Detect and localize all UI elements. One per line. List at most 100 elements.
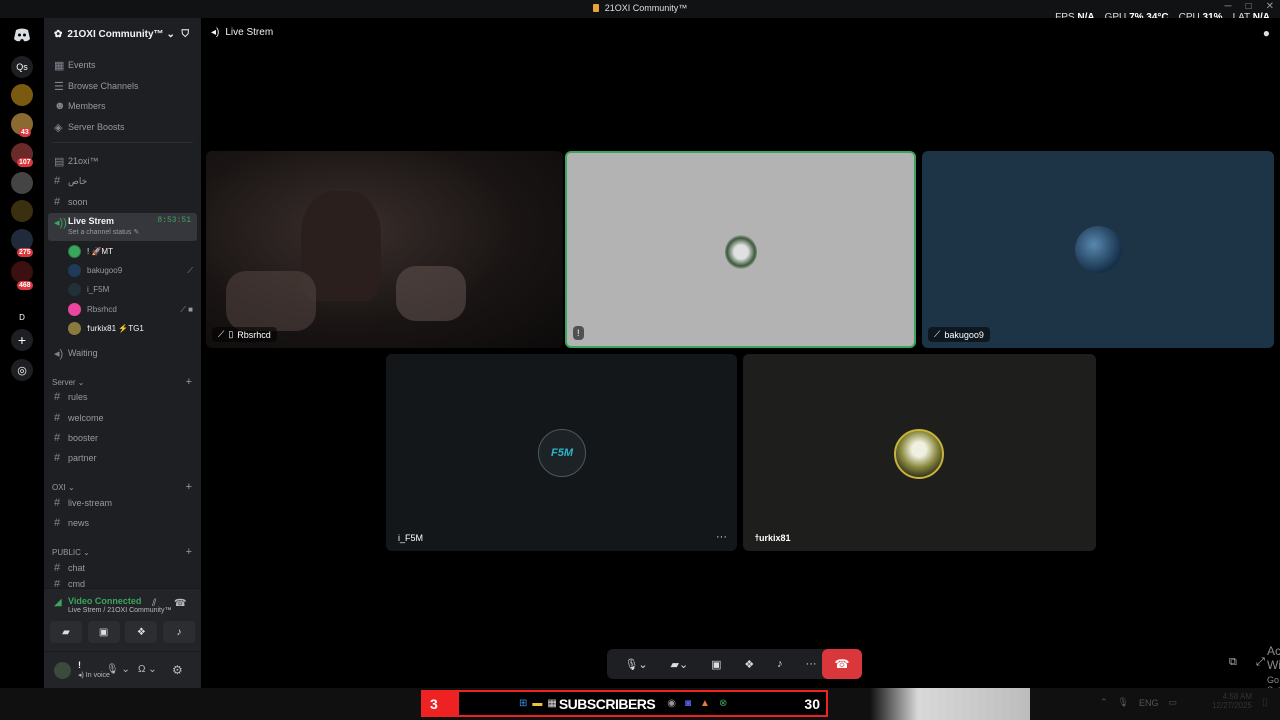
divider: [52, 142, 193, 143]
subscriber-left-count: 3: [423, 692, 459, 715]
voice-user[interactable]: ϯurkix81 ⚡TG1: [68, 320, 193, 337]
notification-icon[interactable]: ▯: [1262, 697, 1268, 708]
hash-icon: #: [54, 196, 61, 208]
channel-news[interactable]: # news: [48, 514, 197, 532]
settings-gear-icon[interactable]: ⚙: [172, 663, 183, 677]
video-tile-i-f5m[interactable]: F5M i_F5M ···: [386, 354, 737, 551]
disconnect-icon[interactable]: ☎: [174, 598, 186, 609]
category-server[interactable]: Server ⌄ +: [52, 376, 192, 388]
camera-icon: ⟋ ■: [180, 304, 193, 314]
fullscreen-icon[interactable]: ⤢: [1256, 656, 1265, 669]
mic-button[interactable]: 🎙 ⌄: [106, 664, 130, 675]
category-oxi[interactable]: OXI ⌄ +: [52, 481, 192, 493]
voice-user[interactable]: ! 🚀MT: [68, 243, 193, 260]
discover-icon[interactable]: ◎: [11, 359, 33, 381]
members-item[interactable]: ☻ Members: [48, 97, 197, 115]
add-server-icon[interactable]: +: [11, 329, 33, 351]
voice-user[interactable]: bakugoo9 ⟋: [68, 262, 193, 279]
soundboard-button[interactable]: ♪: [162, 621, 195, 643]
discord-taskbar-icon[interactable]: ◙: [685, 698, 691, 709]
add-channel-icon[interactable]: +: [186, 481, 192, 493]
add-channel-icon[interactable]: +: [186, 546, 192, 558]
tile-name-label: ⟋ ▯ Rbsrhcd: [212, 327, 277, 342]
obs-icon[interactable]: ◉: [667, 698, 676, 709]
channel-private[interactable]: # خاص: [48, 172, 197, 190]
channel-21oxi[interactable]: ▤ 21oxi™: [48, 152, 197, 170]
boost-icon: ◈: [54, 121, 63, 134]
minimize-button[interactable]: ─: [1224, 1, 1231, 12]
browse-channels-item[interactable]: ☰ Browse Channels: [48, 77, 197, 95]
noise-suppression-icon[interactable]: ⫽: [152, 598, 156, 609]
channel-status-button[interactable]: Set a channel status ✎: [68, 228, 139, 236]
discord-home-icon[interactable]: [11, 24, 33, 46]
add-channel-icon[interactable]: +: [186, 376, 192, 388]
server-boosts-item[interactable]: ◈ Server Boosts: [48, 118, 197, 136]
activities-button[interactable]: ❖: [125, 621, 158, 643]
voice-status-text: Video Connected: [68, 596, 142, 606]
camera-off-button[interactable]: ▰: [50, 621, 82, 643]
soundboard-button[interactable]: ♪: [777, 658, 783, 670]
video-tile-speaking[interactable]: !: [565, 151, 916, 348]
invite-icon[interactable]: ⛉: [182, 29, 190, 40]
language-indicator[interactable]: ENG: [1139, 698, 1159, 708]
server-icon-8[interactable]: [11, 261, 33, 283]
calculator-icon[interactable]: ▦: [547, 698, 556, 709]
server-header[interactable]: ✿ 21OXI Community™ ⌄ ⛉: [44, 18, 201, 50]
category-public[interactable]: PUBLIC ⌄ +: [52, 546, 192, 558]
leave-call-button[interactable]: ☎: [822, 649, 862, 679]
list-icon: ☰: [54, 80, 64, 93]
mic-tray-icon[interactable]: 🎙: [1118, 697, 1129, 708]
unread-badge: 107: [17, 158, 33, 167]
screen-share-icon: ▣: [98, 626, 109, 638]
channel-welcome[interactable]: # welcome: [48, 409, 197, 427]
channel-chat[interactable]: # chat: [48, 559, 197, 577]
server-icon-5[interactable]: [11, 172, 33, 194]
avatar: [894, 429, 944, 479]
voice-user[interactable]: i_F5M: [68, 281, 193, 298]
server-icon-2[interactable]: [11, 84, 33, 106]
voice-channel-waiting[interactable]: ◂) Waiting: [48, 344, 197, 362]
camera-toggle-button[interactable]: ▰⌄: [671, 658, 689, 671]
network-icon[interactable]: ▭: [1169, 697, 1178, 708]
server-d[interactable]: D: [11, 306, 33, 328]
channel-header: ◂) Live Strem: [211, 27, 273, 38]
mic-toggle-button[interactable]: 🎙⌄: [624, 658, 647, 671]
xbox-icon[interactable]: ⊗: [719, 698, 727, 709]
channel-cmd[interactable]: # cmd: [48, 580, 197, 588]
close-button[interactable]: ✕: [1266, 1, 1274, 12]
voice-channel-live-strem[interactable]: ◂)) Live Strem Set a channel status ✎ 8:…: [48, 213, 197, 241]
hash-icon: #: [54, 412, 61, 424]
channel-live-stream[interactable]: # live-stream: [48, 494, 197, 512]
voice-user[interactable]: Rbsrhcd ⟋ ■: [68, 301, 193, 318]
more-options-icon[interactable]: ···: [716, 531, 727, 543]
windows-start-icon[interactable]: ⊞: [519, 698, 527, 709]
hash-icon: #: [54, 432, 61, 444]
chevron-up-icon[interactable]: ⌃: [1100, 697, 1108, 708]
video-tile-turkix81[interactable]: ϯurkix81: [743, 354, 1096, 551]
headphones-button[interactable]: Ω ⌄: [138, 664, 157, 675]
screen-share-button[interactable]: ▣: [711, 658, 721, 671]
channel-partner[interactable]: # partner: [48, 449, 197, 467]
activities-button[interactable]: ❖: [744, 658, 754, 671]
user-avatar[interactable]: [54, 662, 71, 679]
app-taskbar-icon[interactable]: ▲: [700, 698, 710, 709]
video-tile-bakugoo9[interactable]: ⟋ bakugoo9: [922, 151, 1274, 348]
signal-icon[interactable]: ◢: [54, 597, 62, 608]
events-item[interactable]: ▦ Events: [48, 56, 197, 74]
popout-icon[interactable]: ⧉: [1229, 656, 1237, 669]
file-explorer-icon[interactable]: ▬: [532, 698, 542, 709]
hash-icon: #: [54, 517, 61, 529]
video-tile-camera[interactable]: ⟋ ▯ Rbsrhcd: [206, 151, 563, 348]
share-screen-button[interactable]: ▣: [87, 621, 120, 643]
chevron-down-icon: ⌄: [166, 28, 175, 40]
server-icon-6[interactable]: [11, 200, 33, 222]
hash-icon: #: [54, 497, 61, 509]
channel-rules[interactable]: # rules: [48, 388, 197, 406]
channel-booster[interactable]: # booster: [48, 429, 197, 447]
server-qs[interactable]: Qs: [11, 56, 33, 78]
more-button[interactable]: ···: [806, 658, 817, 670]
maximize-button[interactable]: □: [1246, 1, 1252, 12]
chat-bubble-icon[interactable]: ●: [1263, 26, 1270, 40]
clock[interactable]: 4:58 AM 12/27/2025: [1204, 692, 1252, 710]
channel-soon[interactable]: # soon: [48, 193, 197, 211]
